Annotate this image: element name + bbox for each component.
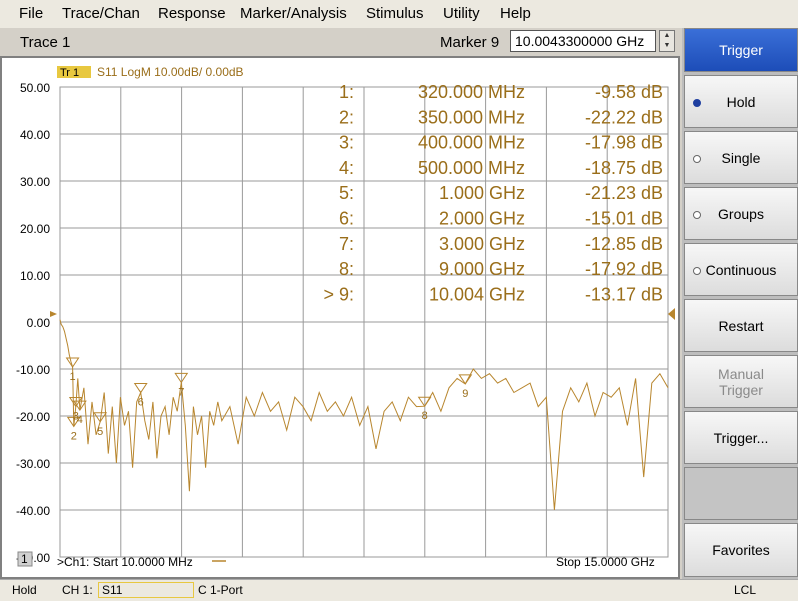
softkey-hold[interactable]: Hold	[684, 75, 798, 128]
marker-table-frequency: 320.000 MHz	[418, 82, 525, 102]
marker-table-id: 3:	[339, 133, 354, 153]
marker-table-id: > 9:	[323, 284, 354, 304]
softkey-restart[interactable]: Restart	[684, 299, 798, 352]
radio-on-icon	[693, 98, 701, 107]
trace-info: S11 LogM 10.00dB/ 0.00dB	[97, 65, 244, 79]
y-tick-label: -20.00	[16, 410, 50, 424]
ref-level-right-icon[interactable]	[668, 308, 675, 320]
spin-up-icon[interactable]: ▲	[660, 31, 674, 41]
toolbar: Trace 1 Marker 9 10.0043300000 GHz ▲ ▼	[0, 28, 680, 56]
marker-table-frequency: 10.004 GHz	[429, 284, 525, 304]
marker-table-frequency: 500.000 MHz	[418, 158, 525, 178]
marker-table-id: 5:	[339, 183, 354, 203]
status-channel: CH 1:	[62, 583, 93, 597]
marker-table-value: -17.92 dB	[585, 259, 663, 279]
trace-tag: Tr 1	[60, 67, 79, 79]
y-tick-label: -40.00	[16, 504, 50, 518]
marker-table-id: 7:	[339, 234, 354, 254]
menu-utility[interactable]: Utility	[443, 5, 480, 22]
softkey-trigger-title[interactable]: Trigger	[684, 28, 798, 72]
chart-grid	[59, 86, 669, 558]
softkey-trigger-more[interactable]: Trigger...	[684, 411, 798, 464]
marker-table-id: 1:	[339, 82, 354, 102]
trace-label: Trace 1	[20, 34, 71, 51]
status-parameter[interactable]: S11	[98, 582, 194, 598]
marker-table-frequency: 400.000 MHz	[418, 133, 525, 153]
y-tick-label: -30.00	[16, 457, 50, 471]
y-tick-label: 40.00	[20, 128, 50, 142]
softkey-groups[interactable]: Groups	[684, 187, 798, 240]
channel-label: 1	[21, 552, 28, 566]
marker-table-value: -15.01 dB	[585, 209, 663, 229]
marker-table-value: -22.22 dB	[585, 107, 663, 127]
softkey-groups-label: Groups	[718, 205, 764, 222]
softkey-continuous-label: Continuous	[705, 261, 777, 278]
marker-table-frequency: 2.000 GHz	[439, 209, 525, 229]
marker-number-label: 1	[70, 371, 76, 383]
menu-response[interactable]: Response	[158, 5, 226, 22]
radio-off-icon	[693, 210, 701, 219]
marker-spinner[interactable]: ▲ ▼	[659, 30, 675, 52]
marker-table-value: -21.23 dB	[585, 183, 663, 203]
softkey-blank	[684, 467, 798, 520]
y-tick-label: 0.00	[27, 316, 51, 330]
marker-table: 1: 320.000 MHz -9.58 dB 2: 350.000 MHz -22.22…	[323, 82, 663, 304]
status-lcl: LCL	[734, 583, 757, 597]
softkey-single-label: Single	[721, 149, 761, 166]
radio-off-icon	[693, 154, 701, 163]
menu-marker-analysis[interactable]: Marker/Analysis	[240, 5, 347, 22]
marker-table-id: 2:	[339, 107, 354, 127]
radio-off-icon	[693, 266, 701, 275]
marker-table-value: -12.85 dB	[585, 234, 663, 254]
status-hold: Hold	[12, 583, 37, 597]
marker-number-label: 6	[138, 397, 144, 409]
spin-down-icon[interactable]: ▼	[660, 41, 674, 51]
softkey-panel: Trigger Hold Single Groups Continuous Re…	[682, 28, 798, 579]
s11-chart[interactable]: 50.00 40.00 30.00 20.00 10.00 0.00 -10.00 -20.0…	[0, 56, 680, 579]
stop-frequency[interactable]: Stop 15.0000 GHz	[556, 555, 655, 569]
marker-number-label: 8	[422, 410, 428, 422]
y-tick-label: -10.00	[16, 363, 50, 377]
menu-file[interactable]: File	[19, 5, 43, 22]
softkey-hold-label: Hold	[726, 93, 756, 110]
marker-number-label: 9	[462, 388, 468, 400]
marker-number-label: 5	[97, 426, 103, 438]
menu-stimulus[interactable]: Stimulus	[366, 5, 424, 22]
marker-number-label: 4	[77, 414, 83, 426]
marker-table-value: -13.17 dB	[585, 284, 663, 304]
marker-label: Marker 9	[440, 34, 500, 51]
status-calibration: C 1-Port	[198, 583, 243, 597]
marker-table-id: 6:	[339, 209, 354, 229]
ref-level-left-icon[interactable]	[50, 311, 57, 317]
y-axis-ticks: 50.00 40.00 30.00 20.00 10.00 0.00 -10.00 -20.0…	[16, 81, 50, 565]
manual-trigger-line1: Manual	[718, 365, 764, 382]
marker-table-value: -9.58 dB	[595, 82, 663, 102]
menu-bar: File Trace/Chan Response Marker/Analysis…	[0, 0, 798, 28]
y-tick-label: 10.00	[20, 269, 50, 283]
marker-number-label: 7	[178, 386, 184, 398]
marker-table-frequency: 350.000 MHz	[418, 107, 525, 127]
status-bar: Hold CH 1: S11 C 1-Port LCL	[0, 579, 798, 601]
marker-table-frequency: 9.000 GHz	[439, 259, 525, 279]
y-tick-label: 50.00	[20, 81, 50, 95]
marker-table-value: -17.98 dB	[585, 133, 663, 153]
marker-table-id: 8:	[339, 259, 354, 279]
softkey-manual-trigger[interactable]: Manual Trigger	[684, 355, 798, 408]
marker-table-frequency: 1.000 GHz	[439, 183, 525, 203]
menu-trace-chan[interactable]: Trace/Chan	[62, 5, 140, 22]
marker-table-id: 4:	[339, 158, 354, 178]
y-tick-label: 30.00	[20, 175, 50, 189]
marker-number-label: 2	[71, 430, 77, 442]
y-tick-label: 20.00	[20, 222, 50, 236]
softkey-single[interactable]: Single	[684, 131, 798, 184]
manual-trigger-line2: Trigger	[719, 381, 763, 398]
marker-frequency-input[interactable]: 10.0043300000 GHz	[510, 30, 656, 52]
softkey-favorites[interactable]: Favorites	[684, 523, 798, 577]
softkey-continuous[interactable]: Continuous	[684, 243, 798, 296]
marker-table-value: -18.75 dB	[585, 158, 663, 178]
menu-help[interactable]: Help	[500, 5, 531, 22]
marker-table-frequency: 3.000 GHz	[439, 234, 525, 254]
start-frequency[interactable]: >Ch1: Start 10.0000 MHz	[57, 555, 193, 569]
